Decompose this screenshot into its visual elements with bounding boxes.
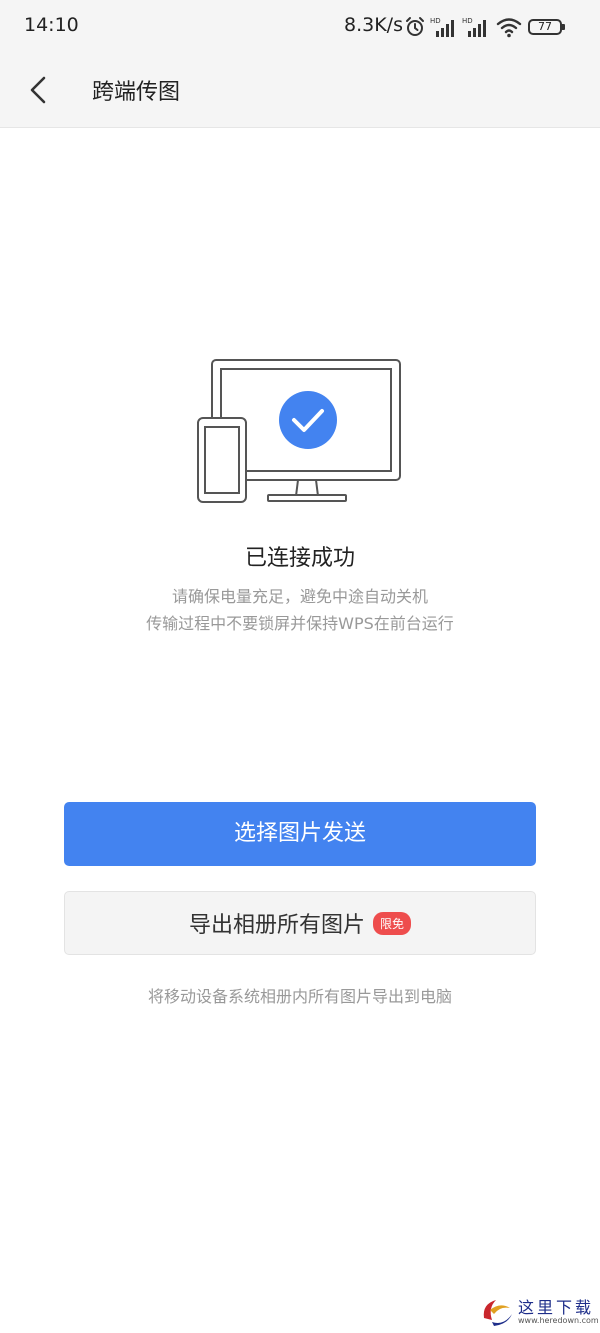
export-album-button[interactable]: 导出相册所有图片 限免 [64,891,536,955]
wifi-icon [496,16,522,38]
signal-hd-icon: HD [462,16,492,38]
battery-notice: 请确保电量充足，避免中途自动关机 [171,587,428,606]
watermark-logo: 这里下载 www.heredown.com [478,1290,599,1330]
watermark-text: 这里下载 [518,1298,595,1317]
chevron-left-icon [18,68,62,112]
app-header: 跨端传图 [0,54,600,128]
back-button[interactable] [18,68,62,112]
watermark-swirl-icon [483,1300,512,1326]
network-speed: 8.3K/s [344,14,403,36]
select-images-send-button[interactable]: 选择图片发送 [64,802,536,866]
svg-text:HD: HD [430,17,441,25]
status-time: 14:10 [24,14,79,36]
export-hint: 将移动设备系统相册内所有图片导出到电脑 [147,987,452,1006]
check-circle-icon [279,391,337,449]
connection-status-title: 已连接成功 [244,546,355,571]
foreground-notice: 传输过程中不要锁屏并保持WPS在前台运行 [146,614,454,633]
cross-device-transfer-screen: 14:10 8.3K/s HD HD 77 跨端传图 已连接成功 请确保电量充足… [0,0,600,1333]
svg-text:HD: HD [462,17,473,25]
battery-icon: 77 [528,19,565,35]
alarm-icon [404,16,426,38]
signal-hd-icon: HD [430,16,460,38]
watermark-url: www.heredown.com [518,1316,599,1325]
page-title: 跨端传图 [92,80,181,105]
export-album-label: 导出相册所有图片 [188,913,365,938]
status-bar: 14:10 8.3K/s HD HD 77 [0,0,600,54]
free-badge: 限免 [373,911,412,935]
phone-connected-to-monitor-icon [190,352,410,512]
status-icons: HD HD 77 [404,12,565,42]
